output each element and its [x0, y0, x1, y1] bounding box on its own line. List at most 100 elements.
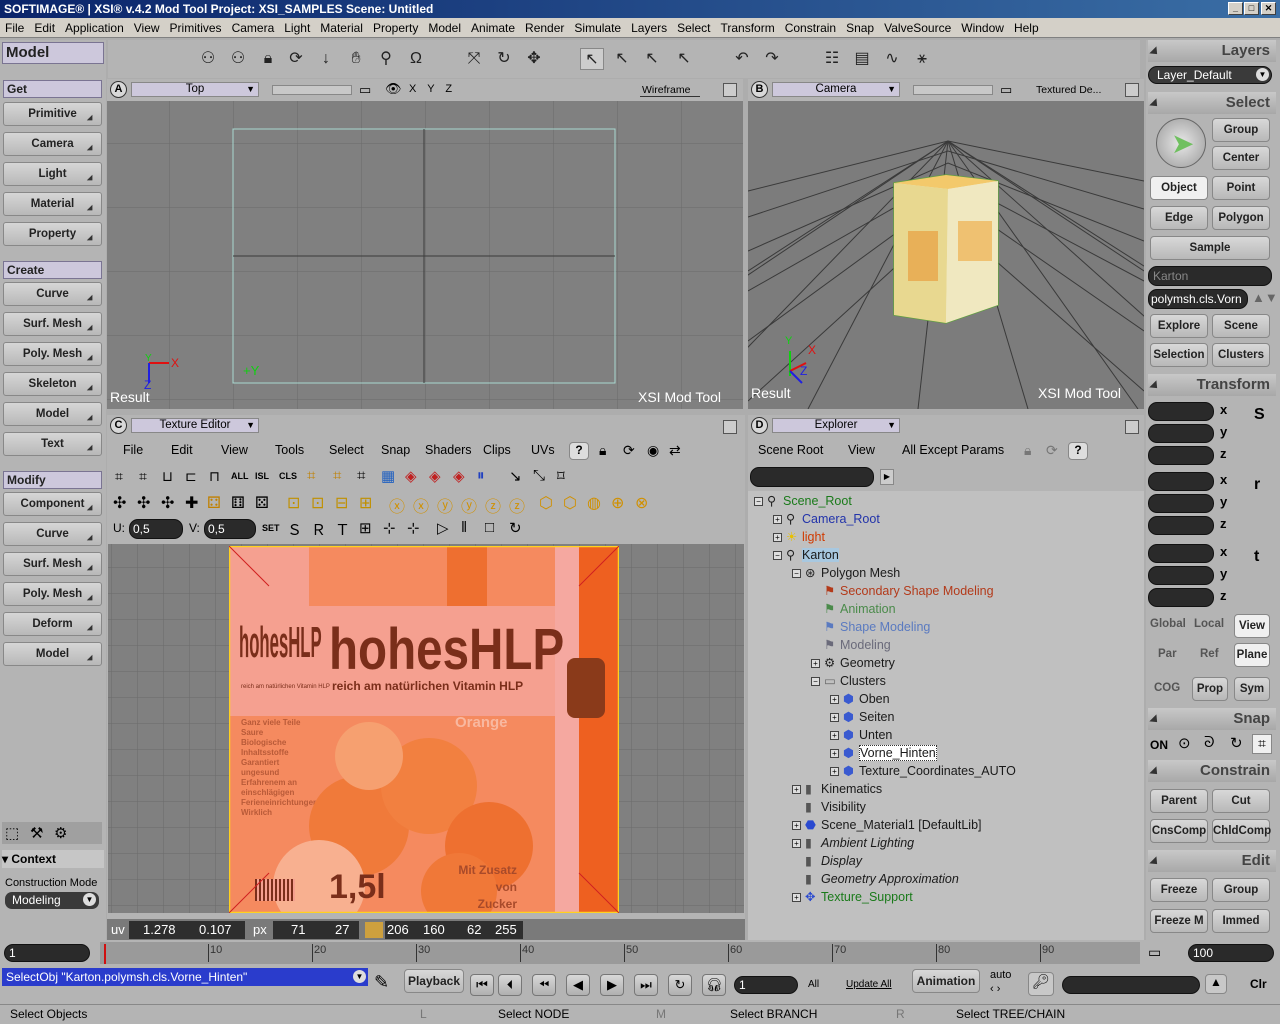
- tree-item[interactable]: − ▭ Clusters: [811, 673, 886, 688]
- cnscomp-button[interactable]: CnsComp: [1150, 819, 1208, 843]
- texture-alt-icon[interactable]: ◈: [429, 467, 441, 485]
- scale-icon[interactable]: ⤧: [462, 48, 486, 70]
- local-option[interactable]: Local: [1194, 618, 1224, 630]
- menu-item-snap[interactable]: Snap: [841, 18, 879, 38]
- menu-item-layers[interactable]: Layers: [626, 18, 672, 38]
- plane-option[interactable]: Plane: [1234, 643, 1270, 667]
- edit-title[interactable]: Edit: [1148, 850, 1276, 872]
- expand-icon[interactable]: +: [830, 695, 839, 705]
- script-editor-icon[interactable]: ✎: [374, 972, 389, 993]
- cut-button[interactable]: Cut: [1212, 789, 1270, 813]
- menu-item-camera[interactable]: Camera: [227, 18, 280, 38]
- rotate-y-field[interactable]: [1148, 494, 1214, 513]
- scale-mode-icon[interactable]: S: [1254, 406, 1265, 424]
- view-button[interactable]: View: [848, 443, 875, 457]
- expand-icon[interactable]: +: [830, 713, 839, 723]
- scene-button[interactable]: Scene: [1212, 314, 1270, 338]
- play-forward-icon[interactable]: ▶: [600, 974, 624, 996]
- display-mode-select[interactable]: Textured De...: [1036, 84, 1101, 96]
- refresh-icon[interactable]: ⟳: [1046, 442, 1058, 459]
- collapse-icon[interactable]: −: [754, 497, 763, 507]
- tree-item[interactable]: − ⚲ Karton: [773, 547, 839, 562]
- filter-button[interactable]: All Except Params: [902, 443, 1004, 457]
- relax-icon[interactable]: ✣: [161, 493, 174, 513]
- select-all-button[interactable]: ALL: [231, 471, 249, 481]
- sample-button[interactable]: Sample: [1150, 236, 1270, 260]
- translate-z-field[interactable]: [1148, 588, 1214, 607]
- freeze-button[interactable]: Freeze: [1150, 878, 1208, 902]
- tree-item[interactable]: ▮ Geometry Approximation: [792, 871, 959, 886]
- tree-item[interactable]: ⚑ Shape Modeling: [811, 619, 930, 634]
- binoculars-alt-icon[interactable]: ⚇: [226, 48, 250, 70]
- key-value-field[interactable]: [1062, 976, 1200, 994]
- translate-y-label[interactable]: y: [1220, 566, 1227, 581]
- pick-icon[interactable]: ↘: [509, 467, 522, 485]
- add-icon[interactable]: ✚: [185, 493, 198, 513]
- par-option[interactable]: Par: [1158, 648, 1177, 660]
- select-island-button[interactable]: ISL: [255, 471, 269, 481]
- menu-item-help[interactable]: Help: [1009, 18, 1044, 38]
- snap-on-toggle[interactable]: ON: [1150, 738, 1168, 752]
- expand-icon[interactable]: +: [773, 515, 782, 525]
- global-option[interactable]: Global: [1150, 618, 1186, 630]
- prop-option[interactable]: Prop: [1192, 677, 1228, 701]
- select-point-icon[interactable]: ↖: [610, 48, 634, 70]
- sync-icon[interactable]: ⇄: [669, 442, 681, 459]
- tree-item[interactable]: + ⬢ Oben: [830, 691, 890, 706]
- texture-menu-tools[interactable]: Tools: [275, 443, 304, 457]
- create-curve-button[interactable]: Curve: [3, 282, 102, 306]
- heal-icon[interactable]: ✣: [137, 493, 150, 513]
- layers-title[interactable]: Layers: [1148, 40, 1276, 62]
- create-model-button[interactable]: Model: [3, 402, 102, 426]
- refresh-icon[interactable]: ⟳: [284, 48, 308, 70]
- edge-icon[interactable]: ⊏: [185, 468, 197, 485]
- scale-y-field[interactable]: [1148, 424, 1214, 443]
- close-button[interactable]: ✕: [1261, 2, 1276, 15]
- expand-icon[interactable]: +: [830, 731, 839, 741]
- modify-surf-mesh-button[interactable]: Surf. Mesh: [3, 552, 102, 576]
- viewport-camera-select[interactable]: Camera: [772, 82, 900, 97]
- render-tab-icon[interactable]: ⚙: [54, 824, 67, 842]
- rotate-z-label[interactable]: z: [1220, 516, 1227, 531]
- rotate-icon[interactable]: ↻: [492, 48, 516, 70]
- texture-menu-select[interactable]: Select: [329, 443, 364, 457]
- menu-item-edit[interactable]: Edit: [29, 18, 60, 38]
- spreadsheet-icon[interactable]: ▤: [850, 48, 874, 70]
- z-axis-icon[interactable]: ⓩ: [485, 493, 501, 517]
- tree-item[interactable]: ⚑ Modeling: [811, 637, 891, 652]
- tree-item[interactable]: + ⬢ Seiten: [830, 709, 894, 724]
- animation-menu-button[interactable]: Animation: [912, 969, 980, 993]
- texture-menu-file[interactable]: File: [123, 443, 143, 457]
- snap-point-icon[interactable]: ⌗: [333, 467, 341, 484]
- modify-model-button[interactable]: Model: [3, 642, 102, 666]
- maximize-button[interactable]: □: [1244, 2, 1259, 15]
- texture-menu-clips[interactable]: Clips: [483, 443, 511, 457]
- menu-item-constrain[interactable]: Constrain: [780, 18, 841, 38]
- expand-icon[interactable]: +: [792, 893, 801, 903]
- group-button[interactable]: Group: [1212, 118, 1270, 142]
- x-axis-icon[interactable]: ⓧ: [389, 493, 405, 517]
- loop-icon[interactable]: ↻: [668, 974, 692, 996]
- ruler-icon[interactable]: ▭: [1148, 944, 1161, 961]
- create-text-button[interactable]: Text: [3, 432, 102, 456]
- viewport-toggles[interactable]: [272, 85, 352, 95]
- get-camera-button[interactable]: Camera: [3, 132, 102, 156]
- scale-z-label[interactable]: z: [1220, 446, 1227, 461]
- key-icon[interactable]: 🔑︎: [1028, 972, 1054, 996]
- menu-item-window[interactable]: Window: [956, 18, 1009, 38]
- set-button[interactable]: SET: [262, 523, 280, 533]
- cylinder-icon[interactable]: ⬡: [563, 493, 577, 513]
- parent-button[interactable]: Parent: [1150, 789, 1208, 813]
- group-edit-button[interactable]: Group: [1212, 878, 1270, 902]
- update-all-button[interactable]: Update All: [846, 979, 892, 990]
- camera-icon[interactable]: ▭: [359, 82, 371, 98]
- lock-icon[interactable]: 🔒︎: [599, 442, 606, 459]
- command-line[interactable]: SelectObj "Karton.polymsh.cls.Vorne_Hint…: [2, 968, 368, 986]
- center-button[interactable]: Center: [1212, 146, 1270, 170]
- uv-icon[interactable]: ⊔: [162, 468, 173, 485]
- modify-deform-button[interactable]: Deform: [3, 612, 102, 636]
- help-icon[interactable]: ?: [1068, 442, 1088, 460]
- snap-edge-icon[interactable]: ⌗: [357, 467, 365, 484]
- collapse-icon[interactable]: −: [811, 677, 820, 687]
- loop-icon[interactable]: ↻: [509, 519, 522, 537]
